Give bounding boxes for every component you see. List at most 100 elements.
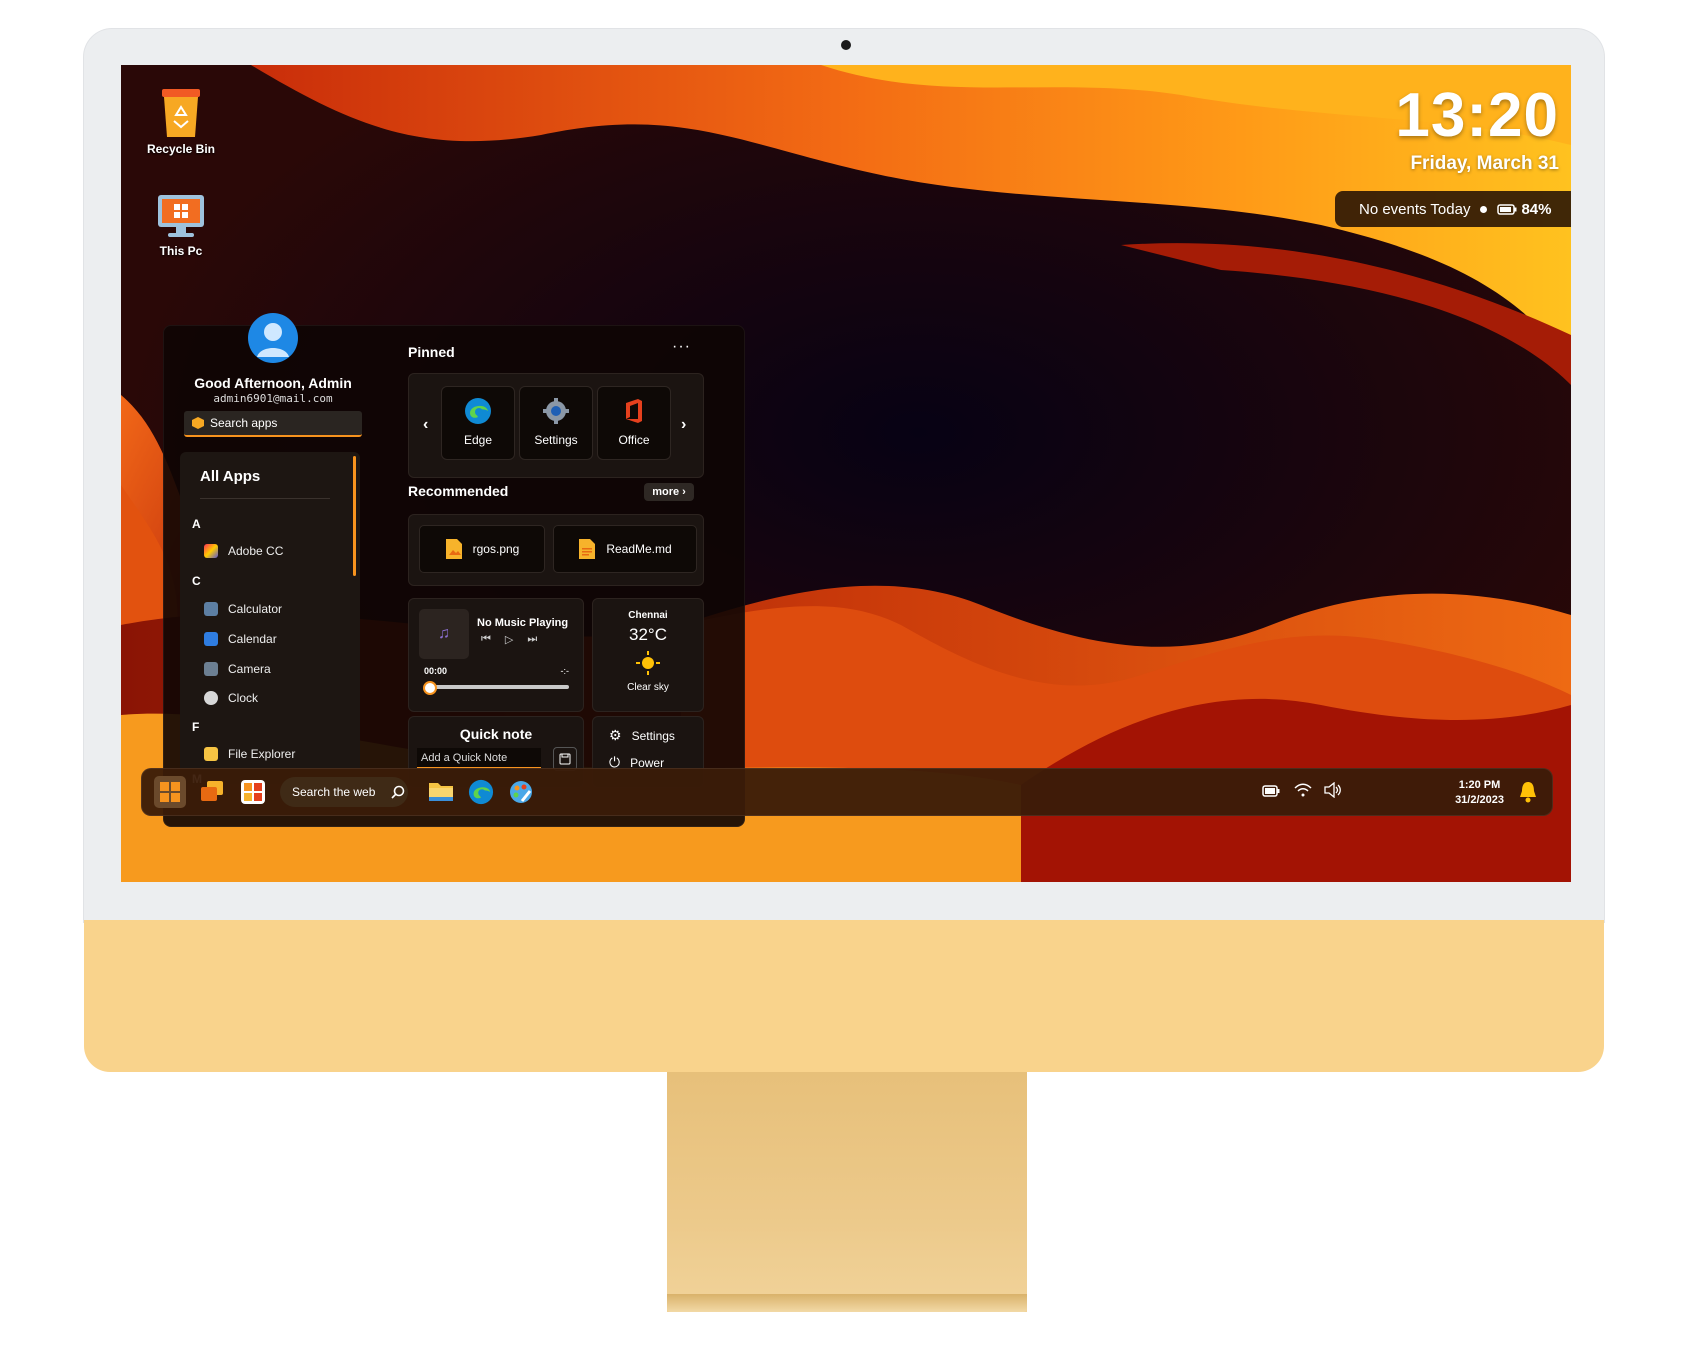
monitor-chin <box>84 920 1604 1072</box>
divider <box>200 498 330 499</box>
image-file-icon <box>445 539 462 559</box>
chevron-left-icon[interactable]: ‹ <box>423 416 428 434</box>
next-track-icon[interactable]: ⏭ <box>527 633 537 646</box>
scrollbar[interactable] <box>353 456 356 576</box>
recommended-files: rgos.png ReadMe.md <box>408 514 704 586</box>
app-item-calendar[interactable]: Calendar <box>204 632 277 646</box>
pinned-apps: ‹ Edge Settings Office › <box>408 373 704 478</box>
greeting: Good Afternoon, Admin <box>194 375 352 391</box>
weather-city: Chennai <box>628 610 668 621</box>
music-elapsed: 00:00 <box>424 666 448 676</box>
battery-status: 84% <box>1497 201 1552 218</box>
wifi-tray-icon[interactable] <box>1294 782 1312 803</box>
user-icon <box>257 323 289 357</box>
search-apps-input[interactable]: Search apps <box>184 411 362 437</box>
bell-icon <box>1520 782 1536 803</box>
web-search-input[interactable]: Search the web <box>280 777 408 807</box>
camera-app-icon <box>204 662 218 676</box>
search-apps-icon <box>192 417 204 429</box>
monitor-stand-foot <box>667 1294 1027 1312</box>
pinned-label: Settings <box>534 433 578 447</box>
more-button[interactable]: more › <box>644 483 694 501</box>
group-letter: C <box>192 574 201 588</box>
taskbar-clock[interactable]: 1:20 PM 31/2/2023 <box>1455 778 1504 808</box>
windows-icon <box>160 782 180 802</box>
music-progress-track[interactable] <box>427 685 569 689</box>
app-item-clock[interactable]: Clock <box>204 691 258 705</box>
desktop-icon-this-pc[interactable]: This Pc <box>136 193 226 258</box>
app-label: File Explorer <box>228 747 296 761</box>
user-email: admin6901@mail.com <box>213 392 333 405</box>
app-label: Adobe CC <box>228 544 284 558</box>
wifi-icon <box>1294 783 1312 797</box>
widgets-icon <box>241 780 265 804</box>
document-file-icon <box>579 539 596 559</box>
group-letter: A <box>192 517 201 531</box>
music-note-icon: ♫ <box>419 609 469 659</box>
music-widget: ♫ No Music Playing ⏮ ▷ ⏭ 00:00 -:- <box>408 598 584 712</box>
calendar-icon <box>204 632 218 646</box>
file-explorer-button[interactable] <box>428 779 454 808</box>
notifications-button[interactable] <box>1518 781 1538 808</box>
paint-icon <box>510 781 532 803</box>
app-label: Calendar <box>228 632 277 646</box>
folder-icon <box>204 747 218 761</box>
app-label: Clock <box>228 691 259 705</box>
gear-icon <box>543 398 569 424</box>
app-item-file-explorer[interactable]: File Explorer <box>204 747 295 761</box>
clock-icon <box>204 691 218 705</box>
desktop-clock-time: 13:20 <box>1395 81 1559 150</box>
quick-note-title: Quick note <box>459 726 533 742</box>
pinned-label: Office <box>618 433 650 447</box>
avatar[interactable] <box>248 313 298 363</box>
app-label: Calculator <box>228 602 283 616</box>
play-icon[interactable]: ▷ <box>505 633 513 646</box>
pinned-edge[interactable]: Edge <box>441 386 515 460</box>
all-apps-list[interactable]: All Apps A Adobe CC C Calculator Calenda… <box>180 452 360 784</box>
app-item-camera[interactable]: Camera <box>204 662 271 676</box>
taskbar-date: 31/2/2023 <box>1455 794 1504 806</box>
weather-widget[interactable]: Chennai 32°C Clear sky <box>592 598 704 712</box>
battery-tray-icon[interactable] <box>1262 784 1280 802</box>
task-view-icon <box>201 781 223 801</box>
calculator-icon <box>204 602 218 616</box>
desktop-clock-date: Friday, March 31 <box>1410 153 1559 174</box>
quick-settings-label: Settings <box>631 728 675 743</box>
desktop-icon-recycle-bin[interactable]: Recycle Bin <box>136 87 226 156</box>
desktop-screen: Recycle Bin This Pc 13:20 Friday, March … <box>121 65 1571 882</box>
edge-taskbar-button[interactable] <box>468 779 494 810</box>
task-view-button[interactable] <box>200 781 224 808</box>
pinned-settings[interactable]: Settings <box>519 386 593 460</box>
music-remaining: -:- <box>560 666 570 676</box>
app-label: Camera <box>228 662 271 676</box>
camera-icon <box>841 40 851 50</box>
recommended-file[interactable]: ReadMe.md <box>553 525 697 573</box>
volume-tray-icon[interactable] <box>1324 781 1342 803</box>
volume-icon <box>1324 781 1341 799</box>
events-widget[interactable]: No events Today 84% <box>1335 191 1571 227</box>
save-icon <box>559 753 571 765</box>
widgets-button[interactable] <box>240 779 266 810</box>
music-progress-handle[interactable] <box>423 681 437 695</box>
more-options-button[interactable]: ··· <box>672 338 691 356</box>
app-item-calculator[interactable]: Calculator <box>204 602 282 616</box>
paint-taskbar-button[interactable] <box>508 779 534 810</box>
weather-temp: 32°C <box>629 625 667 644</box>
file-name: rgos.png <box>472 542 520 556</box>
desktop-icon-label: Recycle Bin <box>146 142 216 156</box>
chevron-right-icon[interactable]: › <box>681 416 686 434</box>
previous-track-icon[interactable]: ⏮ <box>481 633 491 646</box>
pinned-label: Edge <box>463 433 493 447</box>
music-title: No Music Playing <box>477 617 569 629</box>
pinned-office[interactable]: Office <box>597 386 671 460</box>
quick-settings-button[interactable]: ⚙ Settings <box>609 727 675 744</box>
events-text: No events Today <box>1359 200 1471 218</box>
weather-condition: Clear sky <box>627 682 669 693</box>
start-button[interactable] <box>154 776 186 808</box>
folder-icon <box>429 783 453 801</box>
recommended-file[interactable]: rgos.png <box>419 525 545 573</box>
monitor-stand <box>667 1072 1027 1312</box>
quick-note-input[interactable]: Add a Quick Note <box>417 748 541 768</box>
app-item-adobe-cc[interactable]: Adobe CC <box>204 544 283 558</box>
battery-icon <box>1497 203 1517 215</box>
